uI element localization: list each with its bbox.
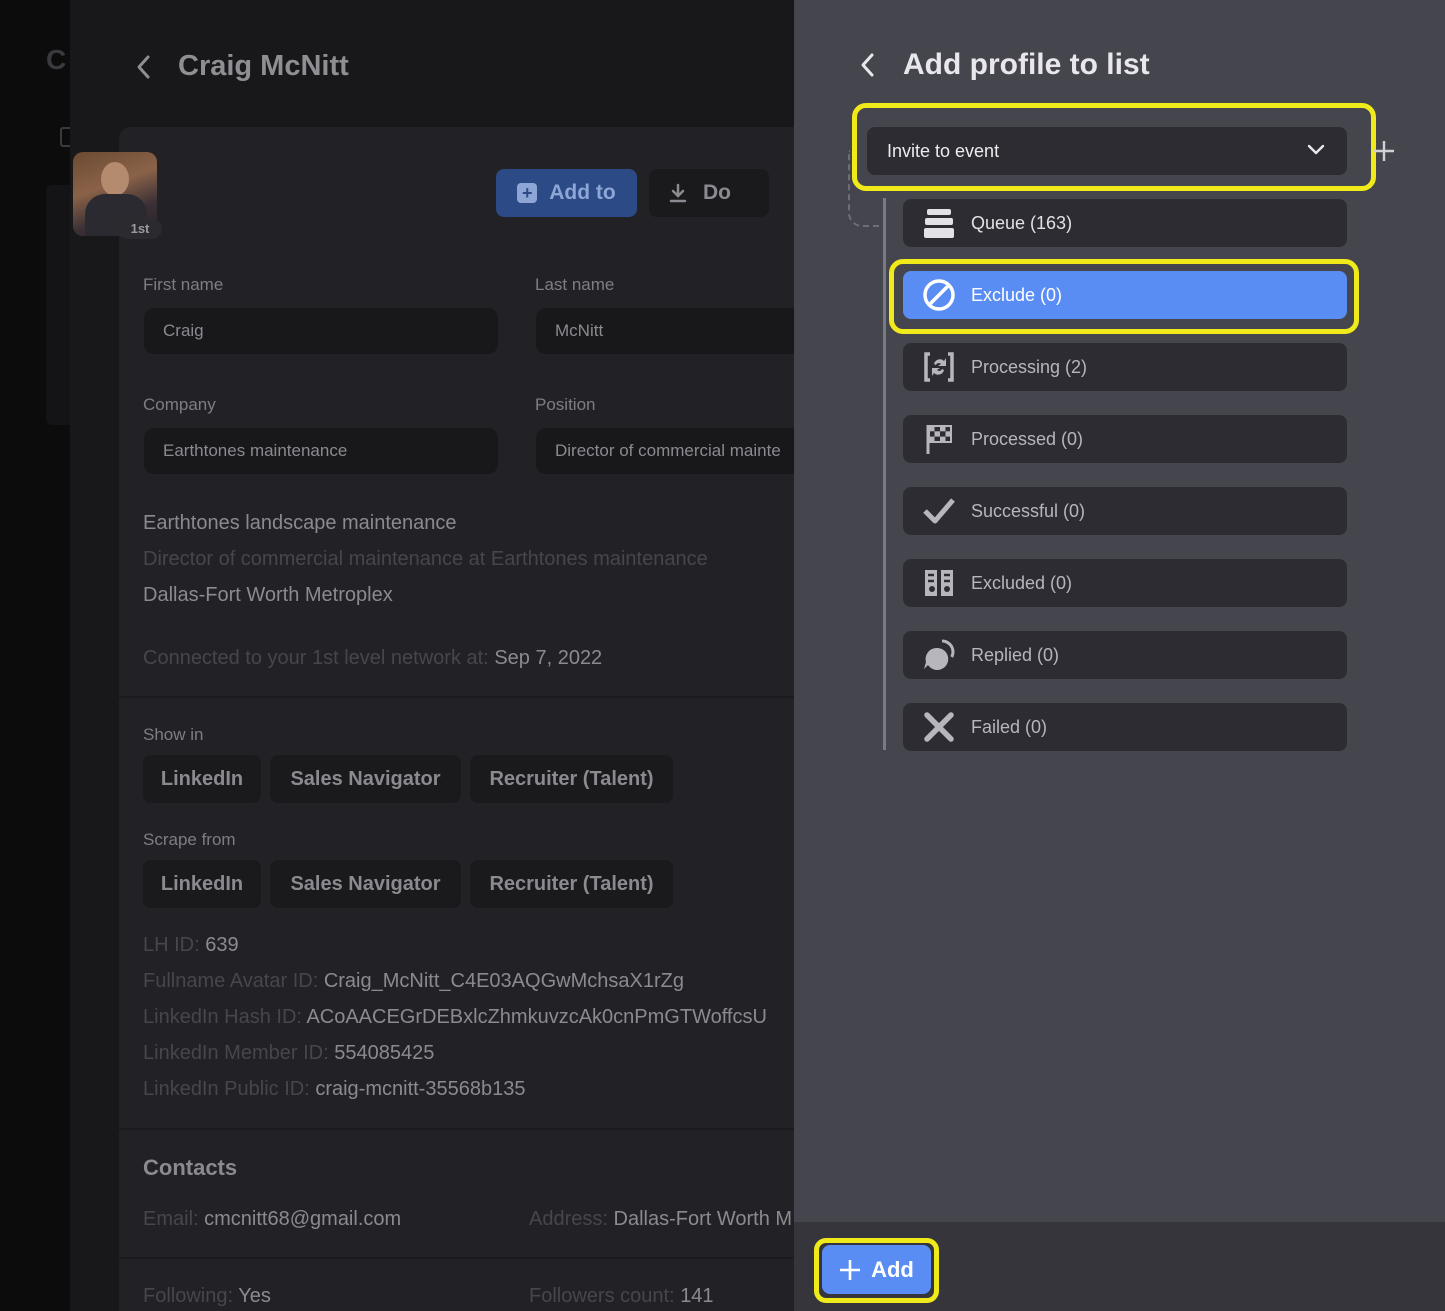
tree-line bbox=[883, 198, 886, 750]
list-item-successful[interactable]: Successful (0) bbox=[903, 487, 1347, 535]
show-in-recruiter-chip[interactable]: Recruiter (Talent) bbox=[470, 755, 673, 803]
list-item-replied[interactable]: Replied (0) bbox=[903, 631, 1347, 679]
list-item-processing[interactable]: Processing (2) bbox=[903, 343, 1347, 391]
add-to-label: Add to bbox=[549, 181, 616, 204]
company-label: Company bbox=[143, 395, 216, 414]
download-icon bbox=[669, 183, 687, 203]
first-name-label: First name bbox=[143, 275, 224, 294]
download-button[interactable]: Do bbox=[649, 169, 769, 217]
list-item-excluded[interactable]: Excluded (0) bbox=[903, 559, 1347, 607]
show-in-linkedin-chip[interactable]: LinkedIn bbox=[143, 755, 261, 803]
panel-back-button[interactable] bbox=[858, 50, 878, 88]
add-button-highlight bbox=[814, 1238, 939, 1303]
last-name-label: Last name bbox=[535, 275, 615, 294]
show-in-sales-navigator-chip[interactable]: Sales Navigator bbox=[270, 755, 461, 803]
plus-icon bbox=[1374, 141, 1394, 161]
followers-info: Followers count: 141 bbox=[529, 1285, 714, 1307]
x-mark-icon bbox=[921, 709, 957, 745]
chat-bubble-icon bbox=[921, 637, 957, 673]
profile-name: Craig McNitt bbox=[178, 50, 349, 82]
lh-id: LH ID: 639 bbox=[143, 934, 239, 956]
scrape-from-linkedin-chip[interactable]: LinkedIn bbox=[143, 860, 261, 908]
scrape-from-recruiter-chip[interactable]: Recruiter (Talent) bbox=[470, 860, 673, 908]
profile-back-button[interactable] bbox=[134, 52, 154, 90]
queue-stack-icon bbox=[921, 205, 957, 241]
linkedin-hash-id: LinkedIn Hash ID: ACoAACEGrDEBxlcZhmkuvz… bbox=[143, 1006, 767, 1028]
background-app: C bbox=[0, 0, 70, 1311]
following-info: Following: Yes bbox=[143, 1285, 271, 1307]
position-field[interactable]: Director of commercial mainte bbox=[536, 428, 794, 474]
divider bbox=[119, 696, 794, 698]
first-name-field[interactable]: Craig bbox=[144, 308, 498, 354]
add-to-button[interactable]: + Add to bbox=[496, 169, 637, 217]
list-item-queue[interactable]: Queue (163) bbox=[903, 199, 1347, 247]
selected-item-highlight bbox=[889, 259, 1359, 334]
location: Dallas-Fort Worth Metroplex bbox=[143, 584, 393, 606]
divider bbox=[119, 1257, 794, 1259]
fullname-avatar-id: Fullname Avatar ID: Craig_McNitt_C4E03AQ… bbox=[143, 970, 684, 992]
subheadline: Director of commercial maintenance at Ea… bbox=[143, 548, 708, 570]
checkered-flag-icon bbox=[921, 421, 957, 457]
list-item-processed[interactable]: Processed (0) bbox=[903, 415, 1347, 463]
divider bbox=[119, 1128, 794, 1130]
profile-card bbox=[119, 127, 794, 1311]
panel-title: Add profile to list bbox=[903, 48, 1150, 81]
download-label: Do bbox=[703, 181, 731, 204]
excluded-people-icon bbox=[921, 565, 957, 601]
chevron-left-icon bbox=[137, 55, 150, 79]
dropdown-highlight bbox=[852, 103, 1376, 191]
list-item-failed[interactable]: Failed (0) bbox=[903, 703, 1347, 751]
last-name-field[interactable]: McNitt bbox=[536, 308, 794, 354]
scrape-from-label: Scrape from bbox=[143, 830, 236, 849]
headline: Earthtones landscape maintenance bbox=[143, 512, 457, 534]
plus-icon: + bbox=[517, 183, 538, 203]
add-list-button[interactable] bbox=[1372, 136, 1396, 168]
connection-degree-badge: 1st bbox=[118, 219, 162, 239]
background-app-title: C bbox=[46, 44, 67, 75]
background-checkbox bbox=[60, 127, 70, 147]
processing-refresh-icon bbox=[921, 349, 957, 385]
chevron-left-icon bbox=[861, 53, 874, 77]
linkedin-member-id: LinkedIn Member ID: 554085425 bbox=[143, 1042, 435, 1064]
background-card bbox=[46, 185, 70, 425]
checkmark-icon bbox=[921, 493, 957, 529]
connected-info: Connected to your 1st level network at: … bbox=[143, 647, 603, 669]
scrape-from-sales-navigator-chip[interactable]: Sales Navigator bbox=[270, 860, 461, 908]
address-info: Address: Dallas-Fort Worth M bbox=[529, 1208, 793, 1230]
contacts-heading: Contacts bbox=[143, 1155, 238, 1180]
company-field[interactable]: Earthtones maintenance bbox=[144, 428, 498, 474]
position-label: Position bbox=[535, 395, 596, 414]
email-info: Email: cmcnitt68@gmail.com bbox=[143, 1208, 402, 1230]
show-in-label: Show in bbox=[143, 725, 204, 744]
linkedin-public-id: LinkedIn Public ID: craig-mcnitt-35568b1… bbox=[143, 1078, 526, 1100]
